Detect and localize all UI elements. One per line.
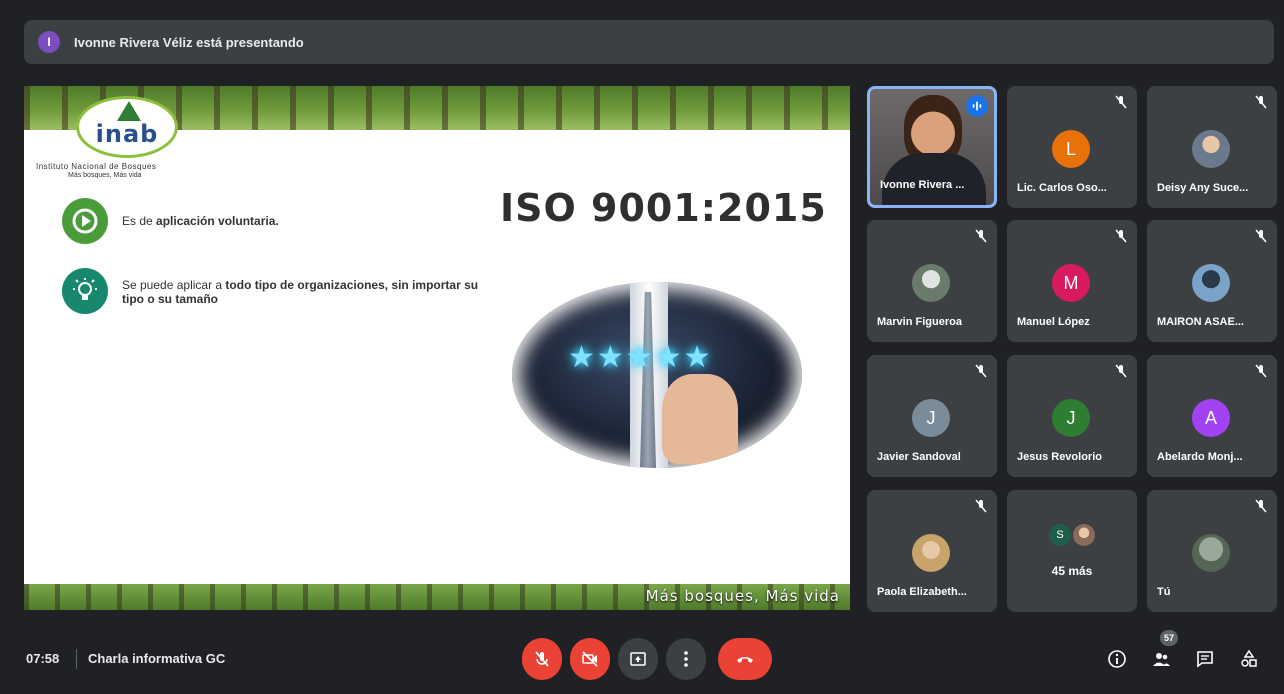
mic-off-icon bbox=[975, 229, 987, 243]
participant-name: Tú bbox=[1157, 586, 1171, 598]
people-button[interactable] bbox=[1148, 646, 1174, 672]
presenter-avatar: I bbox=[38, 31, 60, 53]
forest-footer-image: Más bosques, Más vida bbox=[24, 584, 850, 610]
logo-text: inab bbox=[95, 120, 159, 148]
inab-logo: inab bbox=[76, 96, 178, 158]
participant-name: Deisy Any Suce... bbox=[1157, 182, 1249, 194]
hang-up-icon bbox=[737, 657, 753, 663]
present-screen-button[interactable] bbox=[618, 638, 658, 680]
participant-tile[interactable]: A Abelardo Monj... bbox=[1147, 355, 1277, 477]
avatar: M bbox=[1052, 264, 1090, 302]
participant-name: Paola Elizabeth... bbox=[877, 586, 967, 598]
more-count: 45 más bbox=[1051, 564, 1093, 578]
avatar: A bbox=[1192, 399, 1230, 437]
rating-stars: ★★★★★ bbox=[568, 341, 713, 374]
shapes-icon bbox=[1241, 649, 1257, 667]
mic-off-icon bbox=[975, 499, 987, 513]
mic-off-icon bbox=[1115, 229, 1127, 243]
participant-tile[interactable]: MAIRON ASAE... bbox=[1147, 220, 1277, 342]
avatar: J bbox=[912, 399, 950, 437]
presenting-banner: I Ivonne Rivera Véliz está presentando bbox=[24, 20, 1274, 64]
bullet-voluntary: Es de aplicación voluntaria. bbox=[62, 198, 279, 244]
participant-tile-self[interactable]: Tú bbox=[1147, 490, 1277, 612]
participant-name: Ivonne Rivera ... bbox=[880, 179, 965, 191]
slide-title: ISO 9001:2015 bbox=[500, 186, 827, 230]
meeting-clock: 07:58 bbox=[26, 651, 60, 666]
participant-tile-ivonne[interactable]: Ivonne Rivera ... bbox=[867, 86, 997, 208]
lightbulb-icon bbox=[62, 268, 108, 314]
mic-off-icon bbox=[1115, 364, 1127, 378]
participant-tile[interactable]: J Jesus Revolorio bbox=[1007, 355, 1137, 477]
participant-name: MAIRON ASAE... bbox=[1157, 316, 1244, 328]
mic-off-icon bbox=[1255, 229, 1267, 243]
mic-off-icon bbox=[975, 364, 987, 378]
more-options-button[interactable] bbox=[666, 638, 706, 680]
participant-tile[interactable]: M Manuel López bbox=[1007, 220, 1137, 342]
meeting-title: Charla informativa GC bbox=[88, 651, 226, 666]
mic-off-icon bbox=[535, 651, 549, 667]
participant-tile[interactable]: J Javier Sandoval bbox=[867, 355, 997, 477]
org-motto: Más bosques, Más vida bbox=[68, 172, 142, 179]
avatar: L bbox=[1052, 130, 1090, 168]
mic-off-icon bbox=[1255, 364, 1267, 378]
avatar: S bbox=[1049, 524, 1071, 546]
participant-tile[interactable]: Deisy Any Suce... bbox=[1147, 86, 1277, 208]
footer-motto: Más bosques, Más vida bbox=[645, 587, 840, 605]
avatar: J bbox=[1052, 399, 1090, 437]
mic-toggle-button[interactable] bbox=[522, 638, 562, 680]
participant-name: Lic. Carlos Oso... bbox=[1017, 182, 1107, 194]
camera-toggle-button[interactable] bbox=[570, 638, 610, 680]
activities-button[interactable] bbox=[1236, 646, 1262, 672]
participant-tile[interactable]: L Lic. Carlos Oso... bbox=[1007, 86, 1137, 208]
participant-name: Abelardo Monj... bbox=[1157, 451, 1243, 463]
mic-off-icon bbox=[1255, 95, 1267, 109]
play-icon bbox=[62, 198, 108, 244]
people-icon bbox=[1153, 653, 1170, 666]
avatar-photo bbox=[912, 264, 950, 302]
participant-name: Marvin Figueroa bbox=[877, 316, 962, 328]
participant-count-badge: 57 bbox=[1160, 630, 1178, 646]
chat-button[interactable] bbox=[1192, 646, 1218, 672]
org-name: Instituto Nacional de Bosques bbox=[36, 162, 157, 171]
camera-off-icon bbox=[582, 651, 598, 667]
shared-screen-slide: inab Instituto Nacional de Bosques Más b… bbox=[24, 86, 850, 610]
avatar-photo bbox=[1073, 524, 1095, 546]
present-icon bbox=[630, 652, 646, 666]
divider bbox=[76, 649, 77, 669]
more-vert-icon bbox=[684, 651, 688, 667]
tree-icon bbox=[117, 101, 141, 121]
bullet-any-organization: Se puede aplicar a todo tipo de organiza… bbox=[62, 268, 502, 314]
avatar-photo bbox=[1192, 130, 1230, 168]
businessman-stars-image: ★★★★★ bbox=[512, 282, 802, 468]
avatar-photo bbox=[1192, 264, 1230, 302]
presenting-text: Ivonne Rivera Véliz está presentando bbox=[74, 34, 304, 50]
avatar-photo bbox=[1192, 534, 1230, 572]
participant-name: Javier Sandoval bbox=[877, 451, 961, 463]
participant-tile[interactable]: Paola Elizabeth... bbox=[867, 490, 997, 612]
participant-tile[interactable]: Marvin Figueroa bbox=[867, 220, 997, 342]
speaking-icon bbox=[966, 95, 988, 117]
end-call-button[interactable] bbox=[718, 638, 772, 680]
chat-icon bbox=[1197, 651, 1213, 668]
info-icon bbox=[1108, 650, 1126, 668]
bullet-text: Se puede aplicar a todo tipo de organiza… bbox=[122, 278, 479, 306]
avatar-photo bbox=[912, 534, 950, 572]
meeting-details-button[interactable] bbox=[1104, 646, 1130, 672]
participant-name: Manuel López bbox=[1017, 316, 1090, 328]
mic-off-icon bbox=[1115, 95, 1127, 109]
participant-name: Jesus Revolorio bbox=[1017, 451, 1102, 463]
mic-off-icon bbox=[1255, 499, 1267, 513]
more-participants-tile[interactable]: S 45 más bbox=[1007, 490, 1137, 612]
bullet-text: Es de aplicación voluntaria. bbox=[122, 214, 279, 228]
